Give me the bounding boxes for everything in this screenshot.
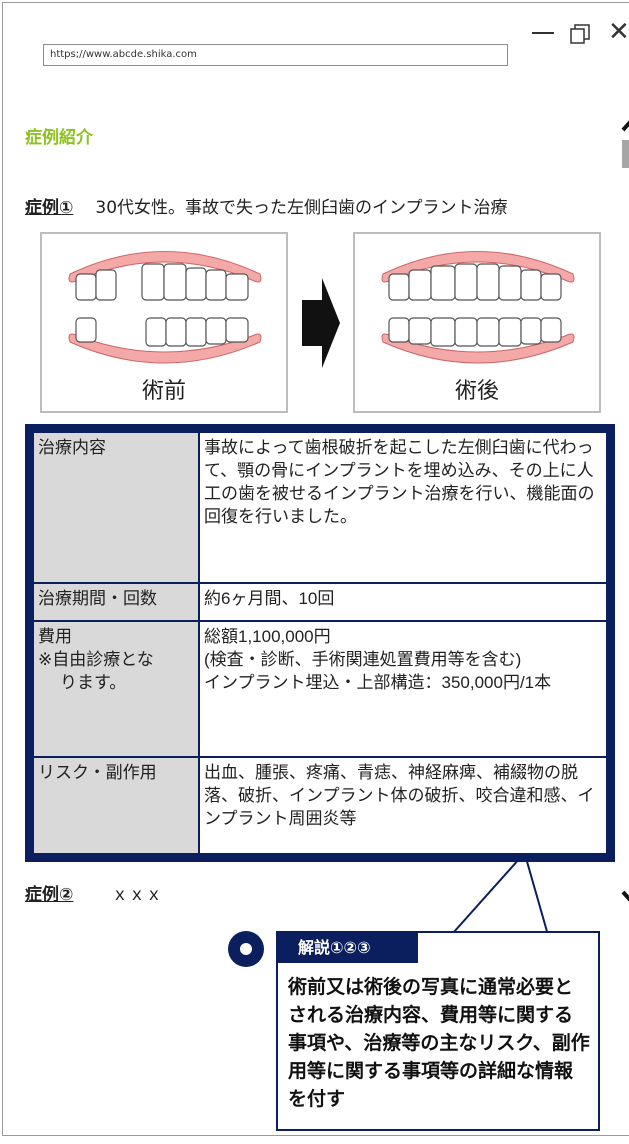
teeth-before-illustration [68, 251, 262, 364]
before-caption: 術前 [141, 379, 186, 404]
case2-description: ｘｘｘ [111, 885, 163, 905]
cost-value-line2: (検査・診断、手術関連処置費用等を含む) [204, 650, 522, 669]
minimize-icon[interactable] [532, 32, 554, 34]
table-row: 治療内容 事故によって歯根破折を起こした左側臼歯に代わって、顎の骨にインプラント… [32, 431, 608, 584]
cost-key-line1: 費用 [38, 627, 72, 646]
close-icon[interactable]: ✕ [608, 19, 629, 45]
scrollbar-thumb[interactable] [622, 140, 629, 168]
explanation-box: 解説①②③ 術前又は術後の写真に通常必要とされる治療内容、費用等に関する事項や、… [276, 931, 600, 1131]
case1-description: 30代女性。事故で失った左側臼歯のインプラント治療 [95, 198, 508, 218]
scroll-up-icon[interactable] [620, 118, 629, 138]
row-value-risk: 出血、腫張、疼痛、青痣、神経麻痺、補綴物の脱落、破折、インプラント体の破折、咬合… [198, 756, 608, 855]
window-controls: ✕ [532, 19, 629, 46]
row-key-risk: リスク・副作用 [32, 756, 200, 855]
row-key-cost: 費用 ※自由診療とな ります。 [32, 620, 200, 758]
arrow-right-icon [302, 278, 340, 368]
after-photo: 術後 [353, 232, 601, 413]
row-value-treatment: 事故によって歯根破折を起こした左側臼歯に代わって、顎の骨にインプラントを埋め込み… [198, 431, 608, 584]
explanation-title: 解説①②③ [278, 933, 418, 963]
treatment-info-table: 治療内容 事故によって歯根破折を起こした左側臼歯に代わって、顎の骨にインプラント… [32, 431, 608, 855]
table-row: 治療期間・回数 約6ヶ月間、10回 [32, 582, 608, 622]
table-row: 費用 ※自由診療とな ります。 総額1,100,000円 (検査・診断、手術関連… [32, 620, 608, 758]
cost-value-line1: 総額1,100,000円 [204, 627, 331, 646]
table-row: リスク・副作用 出血、腫張、疼痛、青痣、神経麻痺、補綴物の脱落、破折、インプラン… [32, 756, 608, 855]
url-bar[interactable]: https;//www.abcde.shika.com [43, 44, 508, 66]
after-caption: 術後 [454, 379, 499, 404]
teeth-after-illustration [381, 251, 575, 364]
cost-key-line2: ※自由診療とな [38, 650, 154, 669]
maximize-icon[interactable] [570, 24, 590, 44]
case2-label: 症例② [25, 885, 74, 905]
cost-key-line3: ります。 [60, 673, 127, 692]
section-title: 症例紹介 [25, 128, 93, 148]
row-value-cost: 総額1,100,000円 (検査・診断、手術関連処置費用等を含む) インプラント… [198, 620, 608, 758]
scroll-down-icon[interactable] [620, 888, 629, 908]
row-value-period: 約6ヶ月間、10回 [198, 582, 608, 622]
cost-value-line3: インプラント埋込・上部構造：350,000円/1本 [204, 673, 552, 692]
case1-heading: 症例① 30代女性。事故で失った左側臼歯のインプラント治療 [25, 193, 508, 218]
explanation-body: 術前又は術後の写真に通常必要とされる治療内容、費用等に関する事項や、治療等の主な… [288, 976, 590, 1110]
row-key-period: 治療期間・回数 [32, 582, 200, 622]
row-key-treatment: 治療内容 [32, 431, 200, 584]
treatment-info-box: 治療内容 事故によって歯根破折を起こした左側臼歯に代わって、顎の骨にインプラント… [25, 424, 615, 862]
case2-heading: 症例② ｘｘｘ [25, 880, 162, 905]
before-photo: 術前 [40, 232, 288, 413]
bullet-icon [228, 931, 264, 967]
case1-label: 症例① [25, 198, 74, 218]
